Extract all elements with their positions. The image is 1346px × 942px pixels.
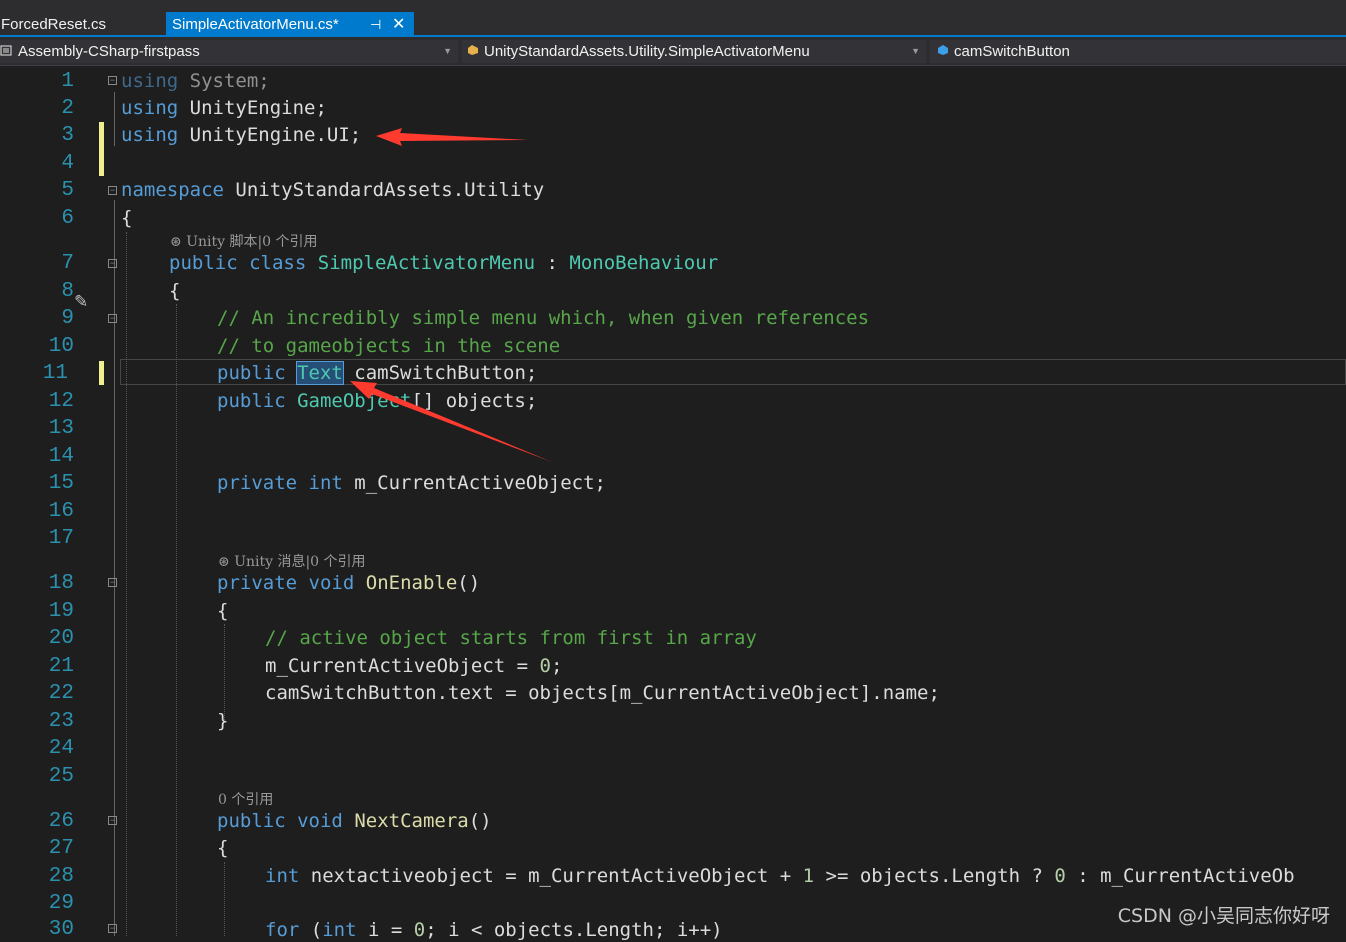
code-line-15: private int m_CurrentActiveObject; <box>217 472 606 494</box>
line-number: 5 <box>61 179 74 202</box>
code-line-11: public Text camSwitchButton; <box>217 361 538 385</box>
code-line-7: public class SimpleActivatorMenu : MonoB… <box>169 252 719 274</box>
code-line-26: public void NextCamera() <box>217 810 492 832</box>
line-number: 18 <box>48 572 74 595</box>
line-number: 1 <box>61 70 74 93</box>
code-line-18: private void OnEnable() <box>217 572 481 594</box>
line-number: 19 <box>48 600 74 623</box>
code-line-28: int nextactiveobject = m_CurrentActiveOb… <box>265 865 1295 887</box>
line-number: 8 <box>61 280 74 303</box>
line-number: 4 <box>61 152 74 175</box>
line-number: 24 <box>48 737 74 760</box>
line-number: 11 <box>42 362 68 385</box>
code-line-1: using System; <box>121 70 270 92</box>
indent-guide <box>176 304 177 936</box>
line-number: 22 <box>48 682 74 705</box>
watermark: CSDN @小吴同志你好呀 <box>1117 905 1330 927</box>
code-line-6: { <box>121 207 133 229</box>
line-number: 12 <box>48 390 74 413</box>
line-number: 26 <box>48 810 74 833</box>
codelens-onenable[interactable]: ⊛ Unity 消息|0 个引用 <box>218 551 366 571</box>
code-line-20: // active object starts from first in ar… <box>265 627 757 649</box>
code-line-23: } <box>217 710 229 732</box>
line-number: 7 <box>61 252 74 275</box>
code-line-9: // An incredibly simple menu which, when… <box>217 307 870 329</box>
code-line-27: { <box>217 837 229 859</box>
code-line-12: public GameObject[] objects; <box>217 390 538 412</box>
line-number: 2 <box>61 97 74 120</box>
line-number: 3 <box>61 124 74 147</box>
code-line-19: { <box>217 600 229 622</box>
outline-bracket <box>114 92 115 146</box>
change-marker <box>99 361 104 385</box>
line-number: 21 <box>48 655 74 678</box>
fold-toggle[interactable]: − <box>108 314 117 323</box>
change-marker <box>99 122 104 176</box>
code-line-3: using UnityEngine.UI; <box>121 124 362 146</box>
fold-toggle[interactable]: − <box>108 259 117 268</box>
code-line-8: { <box>169 280 181 302</box>
code-line-21: m_CurrentActiveObject = 0; <box>265 655 563 677</box>
fold-toggle[interactable]: − <box>108 578 117 587</box>
code-line-2: using UnityEngine; <box>121 97 327 119</box>
line-number: 28 <box>48 865 74 888</box>
code-line-10: // to gameobjects in the scene <box>217 335 561 357</box>
indent-guide <box>126 232 127 936</box>
codelens-class[interactable]: ⊛ Unity 脚本|0 个引用 <box>170 231 318 251</box>
line-number: 14 <box>48 445 74 468</box>
line-number: 30 <box>48 918 74 941</box>
indent-guide <box>224 624 225 720</box>
fold-toggle[interactable]: − <box>108 76 117 85</box>
unity-cube-icon: ⊛ <box>218 554 230 570</box>
fold-toggle[interactable]: − <box>108 186 117 195</box>
line-number: 16 <box>48 500 74 523</box>
line-number: 27 <box>48 837 74 860</box>
code-line-30: for (int i = 0; i < objects.Length; i++) <box>265 919 723 941</box>
line-number: 6 <box>61 207 74 230</box>
line-number: 17 <box>48 527 74 550</box>
codelens-nextcamera[interactable]: 0 个引用 <box>218 789 273 809</box>
line-number: 9 <box>61 307 74 330</box>
quick-actions-icon[interactable]: ✎ <box>74 292 88 312</box>
indent-guide <box>224 862 225 936</box>
code-line-22: camSwitchButton.text = objects[m_Current… <box>265 682 940 704</box>
outline-bracket <box>114 200 115 936</box>
unity-cube-icon: ⊛ <box>170 234 182 250</box>
fold-toggle[interactable]: − <box>108 816 117 825</box>
line-number: 25 <box>48 765 74 788</box>
fold-toggle[interactable]: − <box>108 924 117 933</box>
line-number: 10 <box>48 335 74 358</box>
code-line-5: namespace UnityStandardAssets.Utility <box>121 179 545 201</box>
line-number: 15 <box>48 472 74 495</box>
line-number: 13 <box>48 417 74 440</box>
line-number: 23 <box>48 710 74 733</box>
line-number: 20 <box>48 627 74 650</box>
selected-token[interactable]: Text <box>296 361 344 385</box>
line-number: 29 <box>48 892 74 915</box>
